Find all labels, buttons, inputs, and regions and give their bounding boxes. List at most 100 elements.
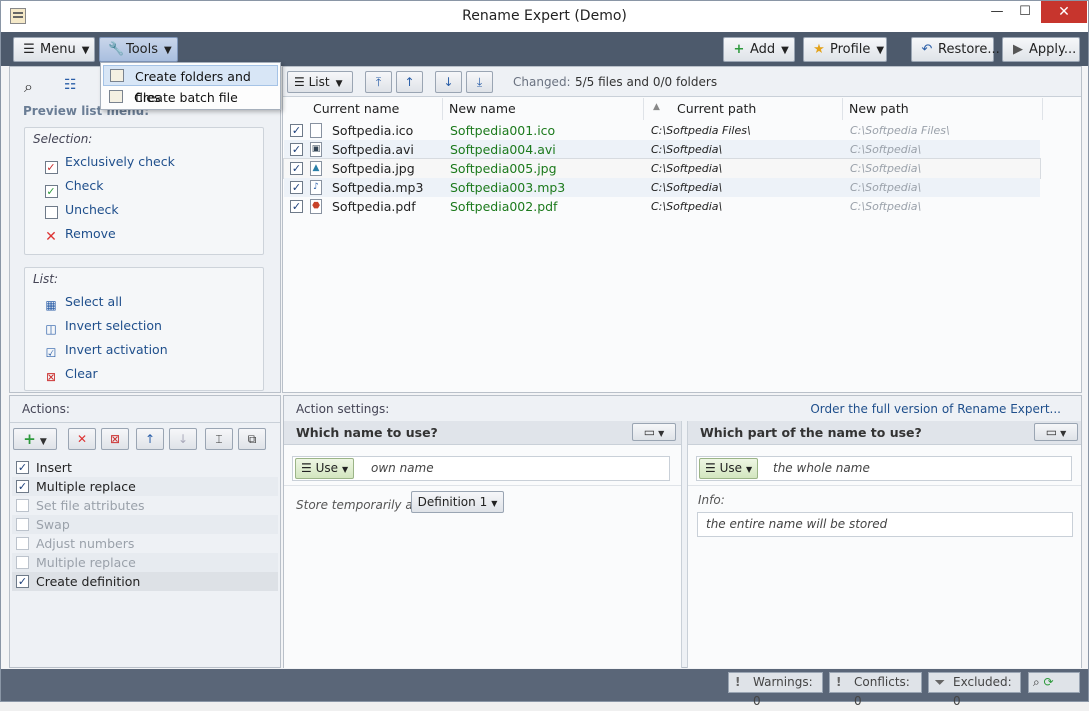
- delete-action-button[interactable]: ✕: [68, 428, 96, 450]
- arrow-down-icon: ↓: [177, 432, 189, 446]
- use-dropdown[interactable]: ☰ Use ▼: [699, 458, 759, 479]
- action-down-button[interactable]: ↓: [169, 428, 197, 450]
- action-item[interactable]: ✓ Create definition: [12, 572, 278, 591]
- menu-item-create-batch-file[interactable]: Create batch file: [103, 87, 278, 108]
- filter-icon: ⏷: [935, 675, 945, 689]
- action-item[interactable]: Swap: [12, 515, 278, 534]
- column-new-name[interactable]: New name: [449, 98, 644, 120]
- action-checkbox[interactable]: ✓: [16, 461, 29, 474]
- column-current-name[interactable]: Current name: [313, 98, 443, 120]
- restore-button[interactable]: ↶ Restore...: [911, 37, 1000, 62]
- list-label: List:: [33, 272, 59, 286]
- column-current-path[interactable]: Current path: [677, 98, 843, 120]
- move-down-button[interactable]: ↓: [435, 71, 462, 93]
- row-checkbox[interactable]: ✓: [290, 162, 303, 175]
- checkbox-grid-icon: ☑: [45, 346, 57, 360]
- warnings-label: Warnings: 0: [753, 675, 813, 708]
- order-full-version-link[interactable]: Order the full version of Rename Expert.…: [810, 402, 1061, 416]
- add-button[interactable]: + Add ▼: [723, 37, 795, 62]
- maximize-button[interactable]: ☐: [1011, 1, 1039, 23]
- arrow-bottom-icon: ⤓: [476, 75, 483, 89]
- main-toolbar: ☰ Menu ▼ 🔧 Tools ▼ + Add ▼ ★ Profile ▼ ↶ Restore.…: [1, 32, 1088, 66]
- row-checkbox[interactable]: ✓: [290, 124, 303, 137]
- move-top-button[interactable]: ⤒: [365, 71, 392, 93]
- new-name-cell: Softpedia005.jpg: [450, 161, 557, 176]
- wrench-icon: 🔧: [108, 42, 125, 57]
- changed-label: Changed:: [513, 75, 571, 89]
- list-row[interactable]: ✓ ⬣ Softpedia.pdf Softpedia002.pdf C:\Softpe…: [284, 197, 1040, 216]
- list-row[interactable]: ✓ ▲ Softpedia.jpg Softpedia005.jpg C:\Softpe…: [283, 158, 1041, 179]
- action-checkbox[interactable]: [16, 537, 29, 550]
- left-settings-pane: Which name to use? ▭ ▼ ☰ Use ▼ own name St…: [284, 421, 682, 668]
- action-item[interactable]: ✓ Insert: [12, 458, 278, 477]
- profile-button[interactable]: ★ Profile ▼: [803, 37, 887, 62]
- action-checkbox[interactable]: [16, 499, 29, 512]
- play-icon: ▶: [1013, 42, 1023, 57]
- action-item[interactable]: Multiple replace: [12, 553, 278, 572]
- close-button[interactable]: ✕: [1041, 1, 1087, 23]
- star-icon: ★: [813, 42, 825, 57]
- tree-list-icon[interactable]: ☷: [64, 77, 77, 93]
- conflicts-indicator[interactable]: ! Conflicts: 0: [829, 672, 922, 708]
- layout-toggle-button[interactable]: ▭ ▼: [632, 423, 676, 441]
- invert-selection-item[interactable]: ◫ Invert selection: [43, 318, 162, 337]
- rename-action-button[interactable]: ⌶: [205, 428, 233, 450]
- conflicts-label: Conflicts: 0: [854, 675, 910, 708]
- action-label: Multiple replace: [36, 479, 136, 494]
- select-all-item[interactable]: ▦ Select all: [43, 294, 122, 313]
- name-part-value: the whole name: [773, 461, 870, 475]
- column-new-path[interactable]: New path: [849, 98, 1043, 120]
- chevron-down-icon: ▼: [164, 45, 172, 56]
- definition-dropdown[interactable]: Definition 1 ▼: [411, 491, 504, 513]
- new-path-cell: C:\Softpedia\: [850, 181, 922, 194]
- remove-item[interactable]: ✕ Remove: [43, 226, 116, 245]
- clear-item[interactable]: ⊠ Clear: [43, 366, 98, 385]
- exclusively-check-item[interactable]: ✓ Exclusively check: [43, 154, 175, 174]
- new-name-cell: Softpedia002.pdf: [450, 199, 558, 214]
- move-bottom-button[interactable]: ⤓: [466, 71, 493, 93]
- clear-actions-button[interactable]: ⊠: [101, 428, 129, 450]
- action-item[interactable]: Set file attributes: [12, 496, 278, 515]
- invert-activation-item[interactable]: ☑ Invert activation: [43, 342, 168, 361]
- move-up-button[interactable]: ↑: [396, 71, 423, 93]
- refresh-icon: ⟳: [1039, 675, 1054, 689]
- search-refresh-button[interactable]: ⌕ ⟳: [1028, 672, 1080, 693]
- row-checkbox[interactable]: ✓: [290, 200, 303, 213]
- hamburger-icon: ☰: [23, 42, 35, 57]
- action-up-button[interactable]: ↑: [136, 428, 164, 450]
- copy-action-button[interactable]: ⧉: [238, 428, 266, 450]
- action-checkbox[interactable]: [16, 518, 29, 531]
- check-item[interactable]: ✓ Check: [43, 178, 103, 198]
- action-label: Insert: [36, 460, 72, 475]
- view-dropdown[interactable]: ☰ List ▼: [287, 71, 353, 93]
- warnings-indicator[interactable]: ! Warnings: 0: [728, 672, 823, 708]
- uncheck-item[interactable]: Uncheck: [43, 202, 119, 221]
- audio-icon: ♪: [310, 180, 322, 195]
- video-icon: ▣: [310, 142, 322, 157]
- action-item[interactable]: ✓ Multiple replace: [12, 477, 278, 496]
- action-checkbox[interactable]: [16, 556, 29, 569]
- new-path-cell: C:\Softpedia\: [850, 162, 922, 175]
- hamburger-icon: ☰: [705, 461, 720, 475]
- action-checkbox[interactable]: ✓: [16, 575, 29, 588]
- apply-button[interactable]: ▶ Apply...: [1002, 37, 1080, 62]
- list-row[interactable]: ✓ ▣ Softpedia.avi Softpedia004.avi C:\Softpe…: [284, 140, 1040, 159]
- action-item[interactable]: Adjust numbers: [12, 534, 278, 553]
- definition-value: Definition 1: [417, 495, 488, 509]
- layout-toggle-button[interactable]: ▭ ▼: [1034, 423, 1078, 441]
- row-checkbox[interactable]: ✓: [290, 181, 303, 194]
- current-path-cell: C:\Softpedia\: [651, 143, 723, 156]
- excluded-indicator[interactable]: ⏷ Excluded: 0: [928, 672, 1021, 708]
- tools-button[interactable]: 🔧 Tools ▼: [99, 37, 178, 62]
- list-row[interactable]: ✓ ♪ Softpedia.mp3 Softpedia003.mp3 C:\Softpe…: [284, 178, 1040, 197]
- undo-icon: ↶: [921, 42, 933, 57]
- menu-item-create-folders-files[interactable]: Create folders and files: [103, 65, 278, 105]
- row-checkbox[interactable]: ✓: [290, 143, 303, 156]
- menu-button[interactable]: ☰ Menu ▼: [13, 37, 95, 62]
- minimize-button[interactable]: —: [983, 1, 1011, 23]
- list-row[interactable]: ✓ Softpedia.ico Softpedia001.ico C:\Softped…: [284, 121, 1040, 140]
- action-checkbox[interactable]: ✓: [16, 480, 29, 493]
- use-dropdown[interactable]: ☰ Use ▼: [295, 458, 355, 479]
- search-icon[interactable]: ⌕: [24, 77, 33, 97]
- add-action-button[interactable]: + ▼: [13, 428, 57, 450]
